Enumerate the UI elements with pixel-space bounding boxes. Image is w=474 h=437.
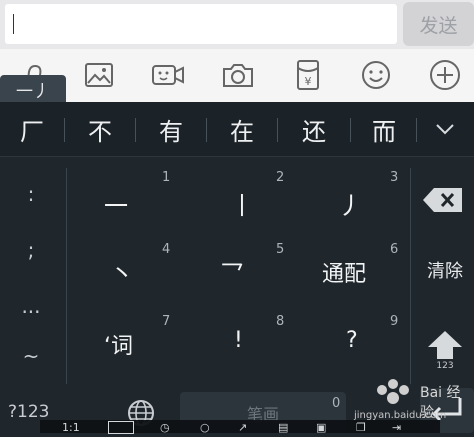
red-packet-icon[interactable]: ¥ [291, 58, 325, 92]
message-input[interactable] [5, 4, 397, 44]
symbol-key[interactable]: ... [0, 294, 62, 318]
candidate[interactable]: 在 [207, 102, 277, 156]
clock-icon[interactable]: ◷ [160, 421, 170, 434]
text-caret [13, 14, 14, 34]
stroke-key-3[interactable]: 3 丿 [300, 164, 406, 238]
candidate[interactable]: 有 [136, 102, 206, 156]
stroke-key-4[interactable]: 4 丶 [70, 238, 182, 312]
clear-button[interactable]: 清除 [418, 250, 472, 290]
ime-mode-tab[interactable]: 一丿 [0, 75, 66, 103]
save-icon[interactable]: ▤ [278, 421, 288, 434]
chevron-down-icon[interactable] [416, 102, 474, 156]
symbol-key[interactable]: ; [0, 238, 62, 262]
candidate[interactable]: 还 [278, 102, 350, 156]
shift-sub-label: 123 [436, 361, 454, 371]
candidate[interactable]: 而 [351, 102, 417, 156]
divider [66, 168, 67, 384]
stroke-key-2[interactable]: 2 丨 [186, 164, 298, 238]
svg-text:¥: ¥ [305, 75, 312, 88]
stroke-key-5[interactable]: 5 乛 [186, 238, 298, 312]
add-icon[interactable] [428, 58, 462, 92]
candidate[interactable]: 厂 [0, 102, 64, 156]
ratio-label: 1:1 [62, 421, 80, 434]
candidate[interactable]: 不 [65, 102, 135, 156]
backspace-icon[interactable] [420, 178, 470, 222]
word-key[interactable]: 7 ‘词 [70, 312, 182, 386]
watermark-url: jingyan.baidu.com [354, 410, 447, 421]
camera-icon[interactable] [221, 58, 255, 92]
stroke-key-1[interactable]: 1 一 [70, 164, 182, 238]
divider [410, 168, 411, 384]
send-button[interactable]: 发送 [403, 2, 474, 46]
circle-icon[interactable]: ○ [200, 421, 210, 434]
symbol-key[interactable]: : [0, 182, 62, 206]
share-icon[interactable]: ↗ [238, 421, 247, 434]
symbol-switch-key[interactable]: ?123 [8, 402, 49, 422]
symbol-key[interactable]: ~ [0, 344, 62, 368]
frame-icon[interactable] [108, 421, 134, 434]
video-icon[interactable] [151, 58, 185, 92]
image-icon[interactable] [82, 58, 116, 92]
emoji-icon[interactable] [359, 58, 393, 92]
wildcard-key[interactable]: 6 通配 [300, 238, 406, 312]
question-key[interactable]: 9 ? [300, 312, 406, 386]
exclamation-key[interactable]: 8 ! [186, 312, 298, 386]
